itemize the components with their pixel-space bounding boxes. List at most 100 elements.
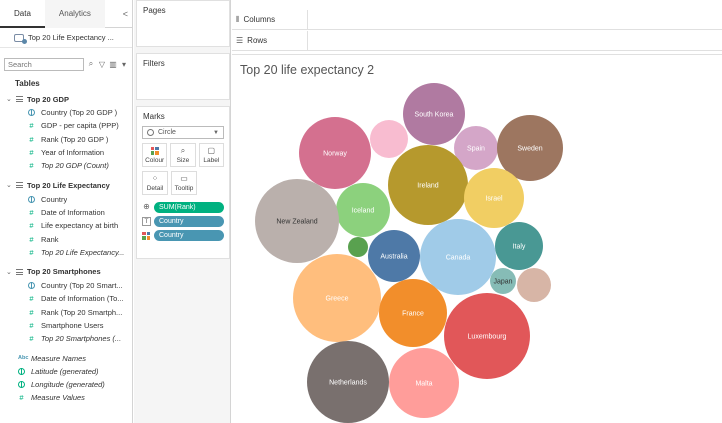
field-item[interactable]: # Top 20 Smartphones (... bbox=[0, 332, 132, 345]
color-grid-icon bbox=[150, 146, 159, 155]
abc-icon: Abc bbox=[18, 355, 29, 362]
bubble-label: Ireland bbox=[417, 183, 439, 190]
field-name: Year of Information bbox=[41, 148, 105, 158]
measure-hash-icon: # bbox=[19, 393, 24, 403]
field-name: Top 20 GDP (Count) bbox=[41, 161, 109, 171]
pill-row-size: ⊕ SUM(Rank) bbox=[137, 199, 229, 213]
tooltip-button[interactable]: ▭ Tooltip bbox=[171, 171, 197, 195]
table-header[interactable]: ⌄ Top 20 GDP bbox=[0, 92, 132, 106]
field-item[interactable]: # Top 20 Life Expectancy... bbox=[0, 246, 132, 259]
table-header[interactable]: ⌄ Top 20 Smartphones bbox=[0, 265, 132, 279]
bubble-unlabeled-11[interactable] bbox=[348, 237, 368, 257]
filter-icon[interactable]: ▽ bbox=[98, 60, 106, 69]
columns-drop-zone[interactable] bbox=[308, 10, 722, 30]
field-name: Smartphone Users bbox=[41, 321, 104, 330]
measure-hash-icon: # bbox=[29, 307, 34, 317]
field-name: Measure Values bbox=[31, 393, 85, 403]
tab-analytics[interactable]: Analytics bbox=[44, 0, 105, 28]
table-group: ⌄ Top 20 Life Expectancy Country # Date of I… bbox=[0, 178, 132, 258]
columns-shelf: ⦀ Columns bbox=[232, 9, 722, 30]
field-item[interactable]: Country bbox=[0, 192, 132, 205]
mark-type-dropdown[interactable]: Circle ▼ bbox=[142, 126, 224, 139]
field-item[interactable]: # Smartphone Users bbox=[0, 319, 132, 332]
bubble-label: Luxembourg bbox=[468, 334, 507, 341]
field-item[interactable]: # Top 20 GDP (Count) bbox=[0, 159, 132, 172]
colour-button-label: Colour bbox=[145, 156, 165, 164]
datasource-item[interactable]: Top 20 Life Expectancy ... bbox=[0, 28, 132, 48]
marks-card: Marks Circle ▼ Colour ⌕ Size ▢ Label ⁘ D… bbox=[136, 106, 230, 259]
detail-button[interactable]: ⁘ Detail bbox=[142, 171, 168, 195]
rows-shelf: ☰ Rows bbox=[232, 30, 722, 51]
bubble-label: Canada bbox=[446, 255, 471, 262]
filters-card-title: Filters bbox=[143, 59, 165, 68]
size-icon: ⊕ bbox=[143, 202, 150, 211]
cards-column: Pages Filters Marks Circle ▼ Colour ⌕ Si… bbox=[134, 0, 231, 423]
measure-hash-icon: # bbox=[29, 207, 34, 217]
menu-dropdown-icon[interactable]: ▾ bbox=[120, 60, 128, 69]
field-name: Date of Information (To... bbox=[41, 294, 124, 304]
table-icon bbox=[16, 268, 23, 275]
data-pane: Data Analytics < Top 20 Life Expectancy … bbox=[0, 0, 133, 423]
field-item[interactable]: Abc Measure Names bbox=[0, 351, 132, 364]
field-item[interactable]: Longitude (generated) bbox=[0, 378, 132, 391]
table-header[interactable]: ⌄ Top 20 Life Expectancy bbox=[0, 178, 132, 192]
bubble-label: Spain bbox=[467, 146, 485, 153]
bubble-label: Netherlands bbox=[329, 380, 367, 387]
field-item[interactable]: # Rank (Top 20 GDP ) bbox=[0, 133, 132, 146]
bubble-label: Sweden bbox=[517, 146, 542, 153]
label-button-label: Label bbox=[203, 157, 220, 164]
size-button[interactable]: ⌕ Size bbox=[170, 143, 196, 167]
field-item[interactable]: # Date of Information (To... bbox=[0, 292, 132, 305]
filters-card[interactable]: Filters bbox=[136, 53, 230, 100]
field-item[interactable]: # Year of Information bbox=[0, 146, 132, 159]
bubble-label: Norway bbox=[323, 151, 347, 158]
bubble-unlabeled-1[interactable] bbox=[370, 120, 408, 158]
field-item[interactable]: Latitude (generated) bbox=[0, 365, 132, 378]
chevron-down-icon: ⌄ bbox=[6, 268, 12, 276]
field-item[interactable]: # Date of Information bbox=[0, 206, 132, 219]
search-input[interactable] bbox=[4, 57, 84, 71]
tables-heading: Tables bbox=[15, 79, 40, 88]
viz-canvas: Top 20 life expectancy 2 South Korea Norw… bbox=[232, 54, 722, 423]
field-item[interactable]: Country (Top 20 Smart... bbox=[0, 279, 132, 292]
pill-sum-rank[interactable]: SUM(Rank) bbox=[154, 202, 224, 213]
pill-country-label[interactable]: Country bbox=[154, 216, 224, 227]
field-name: Rank (Top 20 Smartph... bbox=[41, 307, 123, 317]
pill-country-color[interactable]: Country bbox=[154, 230, 224, 241]
chevron-down-icon: ⌄ bbox=[6, 96, 12, 103]
field-item[interactable]: # Life expectancy at birth bbox=[0, 219, 132, 232]
field-item[interactable]: # GDP - per capita (PPP) bbox=[0, 119, 132, 132]
datasource-name: Top 20 Life Expectancy ... bbox=[28, 33, 114, 42]
collapse-pane-icon[interactable]: < bbox=[123, 0, 128, 28]
field-name: Country (Top 20 GDP ) bbox=[41, 108, 118, 118]
size-icon: ⌕ bbox=[180, 146, 186, 155]
bubble-label: Israel bbox=[485, 196, 503, 203]
rows-drop-zone[interactable] bbox=[308, 31, 722, 51]
bubble-label: France bbox=[402, 311, 424, 318]
marks-card-title: Marks bbox=[143, 112, 165, 121]
view-options-icon[interactable]: ▥ bbox=[109, 60, 117, 69]
chevron-down-icon: ▼ bbox=[213, 129, 219, 136]
field-name: Rank bbox=[41, 234, 59, 244]
field-item[interactable]: Country (Top 20 GDP ) bbox=[0, 106, 132, 119]
field-item[interactable]: # Rank bbox=[0, 232, 132, 245]
colour-button[interactable]: Colour bbox=[142, 143, 168, 167]
table-group: ⌄ Top 20 Smartphones Country (Top 20 Smart… bbox=[0, 265, 132, 345]
tab-data[interactable]: Data bbox=[0, 0, 45, 28]
table-icon bbox=[16, 96, 23, 102]
globe-icon bbox=[28, 195, 35, 203]
field-name: Country bbox=[41, 194, 68, 204]
search-icon[interactable]: ⌕ bbox=[87, 59, 95, 69]
pages-card[interactable]: Pages bbox=[136, 0, 230, 47]
mark-buttons-row-2: ⁘ Detail ▭ Tooltip bbox=[137, 167, 229, 195]
measure-hash-icon: # bbox=[29, 334, 34, 344]
label-button[interactable]: ▢ Label bbox=[198, 143, 224, 167]
pill-row-color: Country bbox=[137, 227, 229, 241]
table-name: Top 20 GDP bbox=[27, 94, 69, 104]
field-item[interactable]: # Measure Values bbox=[0, 391, 132, 404]
table-groups: ⌄ Top 20 GDP Country (Top 20 GDP ) # GDP - p… bbox=[0, 92, 132, 345]
bubble-label: New Zealand bbox=[276, 219, 317, 226]
field-item[interactable]: # Rank (Top 20 Smartph... bbox=[0, 306, 132, 319]
bubble-unlabeled-14[interactable] bbox=[517, 268, 551, 302]
globe-icon bbox=[28, 282, 35, 290]
